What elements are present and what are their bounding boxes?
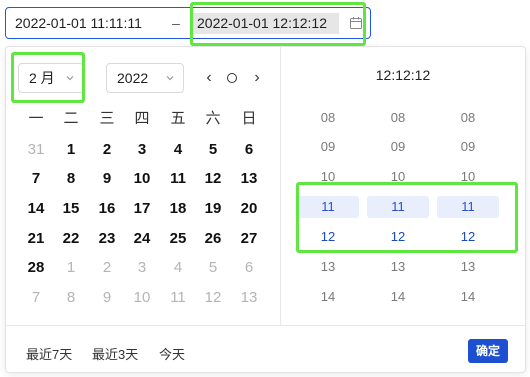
- minute-option[interactable]: 12: [367, 226, 429, 248]
- calendar-day[interactable]: 11: [160, 167, 196, 191]
- chevron-right-icon: ›: [254, 69, 260, 86]
- calendar-day[interactable]: 9: [89, 286, 125, 310]
- minute-option[interactable]: 13: [367, 256, 429, 278]
- weekday-label: 二: [63, 110, 79, 127]
- calendar-day[interactable]: 25: [160, 227, 196, 251]
- year-select[interactable]: 2022: [106, 63, 184, 93]
- picker-panel: 2 月 2022 ‹ › 一二三四五六日 31 1 2 3 4 5 6 7 8 9 10 11 12 13…: [5, 46, 526, 373]
- time-display: 12:12:12: [375, 67, 431, 83]
- calendar-day[interactable]: 1: [53, 138, 89, 162]
- calendar-day[interactable]: 21: [18, 227, 54, 251]
- weekday-label: 三: [99, 110, 115, 127]
- hour-option[interactable]: 08: [297, 107, 359, 129]
- calendar-day[interactable]: 16: [89, 197, 125, 221]
- weekday-label: 日: [241, 110, 257, 127]
- calendar-day[interactable]: 6: [231, 256, 267, 280]
- calendar-day[interactable]: 24: [124, 227, 160, 251]
- calendar-day[interactable]: 7: [18, 286, 54, 310]
- minute-option[interactable]: 09: [367, 136, 429, 158]
- calendar-day[interactable]: 17: [124, 197, 160, 221]
- calendar-day[interactable]: 13: [231, 167, 267, 191]
- calendar-day[interactable]: 12: [195, 167, 231, 191]
- calendar-day[interactable]: 2: [89, 256, 125, 280]
- calendar-day[interactable]: 10: [124, 167, 160, 191]
- month-select[interactable]: 2 月: [18, 63, 84, 93]
- calendar-day[interactable]: 31: [18, 138, 54, 162]
- current-month-button[interactable]: [225, 65, 239, 91]
- minute-option[interactable]: 10: [367, 166, 429, 188]
- second-option[interactable]: 13: [437, 256, 499, 278]
- prev-month-button[interactable]: ‹: [202, 65, 216, 91]
- calendar-day[interactable]: 4: [160, 138, 196, 162]
- weekday-label: 六: [205, 110, 221, 127]
- calendar-day[interactable]: 11: [160, 286, 196, 310]
- calendar-day[interactable]: 4: [160, 256, 196, 280]
- calendar-day[interactable]: 5: [195, 256, 231, 280]
- second-option[interactable]: 14: [437, 286, 499, 308]
- calendar-day[interactable]: 3: [124, 138, 160, 162]
- hour-option[interactable]: 10: [297, 166, 359, 188]
- chevron-down-icon: [66, 76, 74, 81]
- hour-option[interactable]: 13: [297, 256, 359, 278]
- year-select-value: 2022: [117, 70, 149, 86]
- weekday-label: 一: [28, 110, 44, 127]
- calendar-day[interactable]: 5: [195, 138, 231, 162]
- minute-option[interactable]: 11: [367, 196, 429, 218]
- calendar-day[interactable]: 9: [89, 167, 125, 191]
- range-end-value[interactable]: 2022-01-01 12:12:12: [191, 13, 339, 34]
- confirm-button[interactable]: 确定: [468, 339, 508, 363]
- calendar-day[interactable]: 19: [195, 197, 231, 221]
- hour-option[interactable]: 12: [297, 226, 359, 248]
- calendar-day[interactable]: 1: [53, 256, 89, 280]
- calendar-day[interactable]: 8: [53, 167, 89, 191]
- month-select-value: 2 月: [29, 70, 55, 86]
- panel-divider-horizontal: [6, 325, 525, 326]
- shortcut-last-7-days[interactable]: 最近7天: [26, 344, 72, 363]
- calendar-icon[interactable]: [349, 16, 363, 30]
- second-option[interactable]: 12: [437, 226, 499, 248]
- range-separator: –: [172, 15, 180, 31]
- calendar-day[interactable]: 23: [89, 227, 125, 251]
- date-range-input[interactable]: 2022-01-01 11:11:11 – 2022-01-01 12:12:1…: [5, 7, 371, 39]
- calendar-day[interactable]: 6: [231, 138, 267, 162]
- second-option[interactable]: 09: [437, 136, 499, 158]
- chevron-down-icon: [166, 76, 174, 81]
- calendar-day[interactable]: 20: [231, 197, 267, 221]
- minute-option[interactable]: 14: [367, 286, 429, 308]
- range-start-value[interactable]: 2022-01-01 11:11:11: [15, 8, 142, 38]
- calendar-day[interactable]: 26: [195, 227, 231, 251]
- second-option[interactable]: 10: [437, 166, 499, 188]
- calendar-day[interactable]: 28: [18, 256, 54, 280]
- calendar-day[interactable]: 2: [89, 138, 125, 162]
- calendar-day[interactable]: 14: [18, 197, 54, 221]
- hour-option[interactable]: 11: [297, 196, 359, 218]
- calendar-day[interactable]: 12: [195, 286, 231, 310]
- second-option[interactable]: 11: [437, 196, 499, 218]
- calendar-day[interactable]: 8: [53, 286, 89, 310]
- calendar-day[interactable]: 13: [231, 286, 267, 310]
- shortcut-last-3-days[interactable]: 最近3天: [92, 344, 138, 363]
- calendar-day[interactable]: 22: [53, 227, 89, 251]
- panel-divider-vertical: [280, 47, 281, 325]
- calendar-day[interactable]: 3: [124, 256, 160, 280]
- hour-option[interactable]: 14: [297, 286, 359, 308]
- minute-option[interactable]: 08: [367, 107, 429, 129]
- calendar-day[interactable]: 15: [53, 197, 89, 221]
- weekday-label: 四: [134, 110, 150, 127]
- calendar-day[interactable]: 27: [231, 227, 267, 251]
- second-option[interactable]: 08: [437, 107, 499, 129]
- chevron-left-icon: ‹: [206, 69, 212, 86]
- next-month-button[interactable]: ›: [250, 65, 264, 91]
- calendar-day[interactable]: 7: [18, 167, 54, 191]
- calendar-day[interactable]: 18: [160, 197, 196, 221]
- shortcut-today[interactable]: 今天: [159, 344, 185, 363]
- hour-option[interactable]: 09: [297, 136, 359, 158]
- circle-icon: [227, 72, 237, 83]
- weekday-label: 五: [170, 110, 186, 127]
- calendar-day[interactable]: 10: [124, 286, 160, 310]
